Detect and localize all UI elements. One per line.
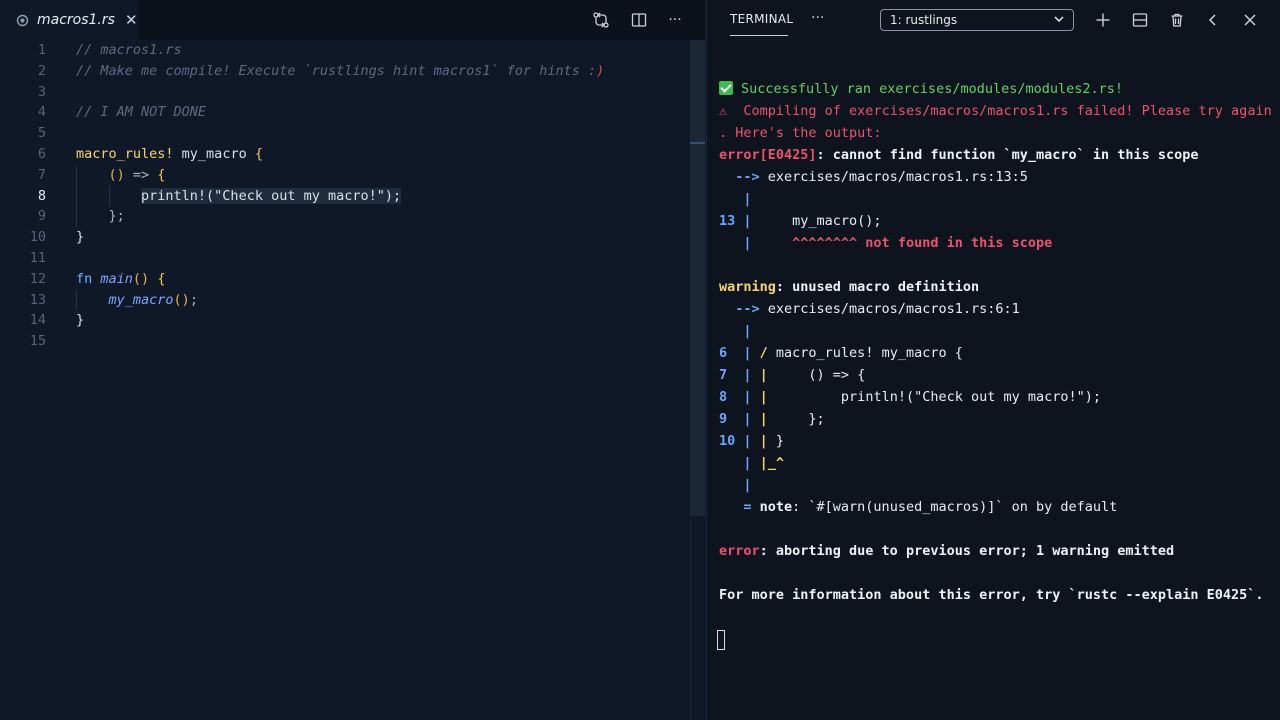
editor-tab-bar: macros1.rs ✕ ··· <box>0 0 705 40</box>
line-number: 1 <box>37 42 46 58</box>
terminal-more-icon[interactable]: ··· <box>811 10 824 26</box>
output-line: For more information about this error, t… <box>719 587 1264 603</box>
close-panel-icon[interactable] <box>1240 10 1260 30</box>
warning-icon: ⚠ <box>719 103 728 119</box>
output-line: 9 | | }; <box>719 411 825 427</box>
chevron-left-icon[interactable] <box>1203 10 1223 30</box>
code-line-7[interactable]: () => { <box>76 164 691 186</box>
code-line-14[interactable]: } <box>76 310 691 331</box>
line-number: 4 <box>37 104 46 121</box>
code-line-2[interactable]: // Make me compile! Execute `rustlings h… <box>76 61 691 82</box>
line-number: 7 <box>37 166 46 183</box>
line-number: 5 <box>37 125 46 142</box>
output-line: Successfully ran exercises/modules/modul… <box>719 78 1275 100</box>
code-line-13[interactable]: my_macro(); <box>76 289 691 311</box>
check-icon <box>719 81 733 95</box>
output-line: --> exercises/macros/macros1.rs:6:1 <box>719 301 1020 317</box>
line-number: 15 <box>29 333 46 350</box>
output-line: error: aborting due to previous error; 1… <box>719 543 1175 559</box>
code-line-4[interactable]: // I AM NOT DONE <box>76 102 691 123</box>
terminal-header: TERMINAL ··· 1: rustlings <box>707 0 1280 40</box>
line-number: 2 <box>37 62 46 79</box>
editor-scrollbar-thumb[interactable] <box>690 40 705 516</box>
line-number: 12 <box>29 270 46 287</box>
code-line-11[interactable] <box>76 248 691 269</box>
line-number: 6 <box>37 145 46 162</box>
output-line: error[E0425]: cannot find function `my_m… <box>719 147 1199 163</box>
trash-icon[interactable] <box>1167 10 1187 30</box>
line-number-active: 8 <box>37 187 46 204</box>
output-line: 10 | | } <box>719 433 785 449</box>
terminal-output[interactable]: Successfully ran exercises/modules/modul… <box>719 78 1275 606</box>
terminal-cursor <box>717 630 725 650</box>
split-terminal-icon[interactable] <box>1130 10 1150 30</box>
line-number: 10 <box>29 229 46 246</box>
output-line: | ^^^^^^^^ not found in this scope <box>719 235 1053 251</box>
app-window: macros1.rs ✕ ··· 1 2 3 4 5 6 7 8 9 10 11… <box>0 0 1280 720</box>
line-number: 3 <box>37 83 46 100</box>
more-actions-icon[interactable]: ··· <box>665 10 685 30</box>
output-line: = note: `#[warn(unused_macros)]` on by d… <box>719 499 1118 515</box>
selected-text: println!("Check out my macro!"); <box>141 187 402 204</box>
tab-macros1[interactable]: macros1.rs ✕ <box>0 0 138 40</box>
output-line: | |_^ <box>719 455 785 471</box>
terminal-select-value: 1: rustlings <box>890 13 958 27</box>
terminal-select[interactable]: 1: rustlings <box>880 9 1074 31</box>
code-line-10[interactable]: } <box>76 227 691 248</box>
open-changes-icon[interactable] <box>591 10 611 30</box>
output-line: 7 | | () => { <box>719 367 866 383</box>
code-line-1[interactable]: // macros1.rs <box>76 40 691 61</box>
editor-pane: macros1.rs ✕ ··· 1 2 3 4 5 6 7 8 9 10 11… <box>0 0 706 720</box>
code-line-3[interactable] <box>76 82 691 103</box>
line-number: 14 <box>29 312 46 329</box>
output-line: . Here's the output: <box>719 125 882 141</box>
code-line-12[interactable]: fn main() { <box>76 269 691 290</box>
chevron-down-icon <box>1053 13 1065 28</box>
code-line-15[interactable] <box>76 331 691 352</box>
code-area[interactable]: // macros1.rs // Make me compile! Execut… <box>76 40 691 352</box>
line-number: 13 <box>29 291 46 308</box>
line-number: 11 <box>29 249 46 266</box>
output-line: --> exercises/macros/macros1.rs:13:5 <box>719 169 1028 185</box>
tab-terminal[interactable]: TERMINAL <box>730 12 793 26</box>
code-line-6[interactable]: macro_rules! my_macro { <box>76 144 691 165</box>
line-number-gutter: 1 2 3 4 5 6 7 8 9 10 11 12 13 14 15 <box>0 40 56 352</box>
new-terminal-icon[interactable] <box>1093 10 1113 30</box>
line-number: 9 <box>37 208 46 225</box>
output-line: 6 | / macro_rules! my_macro { <box>719 345 963 361</box>
terminal-panel: TERMINAL ··· 1: rustlings Successfully r… <box>706 0 1280 720</box>
output-line: | <box>719 323 752 339</box>
output-line: warning: unused macro definition <box>719 279 980 295</box>
output-line: 13 | my_macro(); <box>719 213 882 229</box>
output-line: 8 | | println!("Check out my macro!"); <box>719 389 1102 405</box>
output-line: | <box>719 477 752 493</box>
scrollbar-cursor-marker <box>690 142 705 144</box>
code-line-5[interactable] <box>76 123 691 144</box>
code-line-9[interactable]: }; <box>76 206 691 228</box>
output-line: ⚠ Compiling of exercises/macros/macros1.… <box>719 103 1272 119</box>
close-tab-icon[interactable]: ✕ <box>125 11 138 29</box>
split-editor-icon[interactable] <box>629 10 649 30</box>
output-line: | <box>719 191 752 207</box>
tab-label: macros1.rs <box>37 12 115 28</box>
code-line-8[interactable]: println!("Check out my macro!"); <box>76 185 691 207</box>
active-tab-underline <box>730 35 788 36</box>
rust-file-icon <box>16 14 29 27</box>
